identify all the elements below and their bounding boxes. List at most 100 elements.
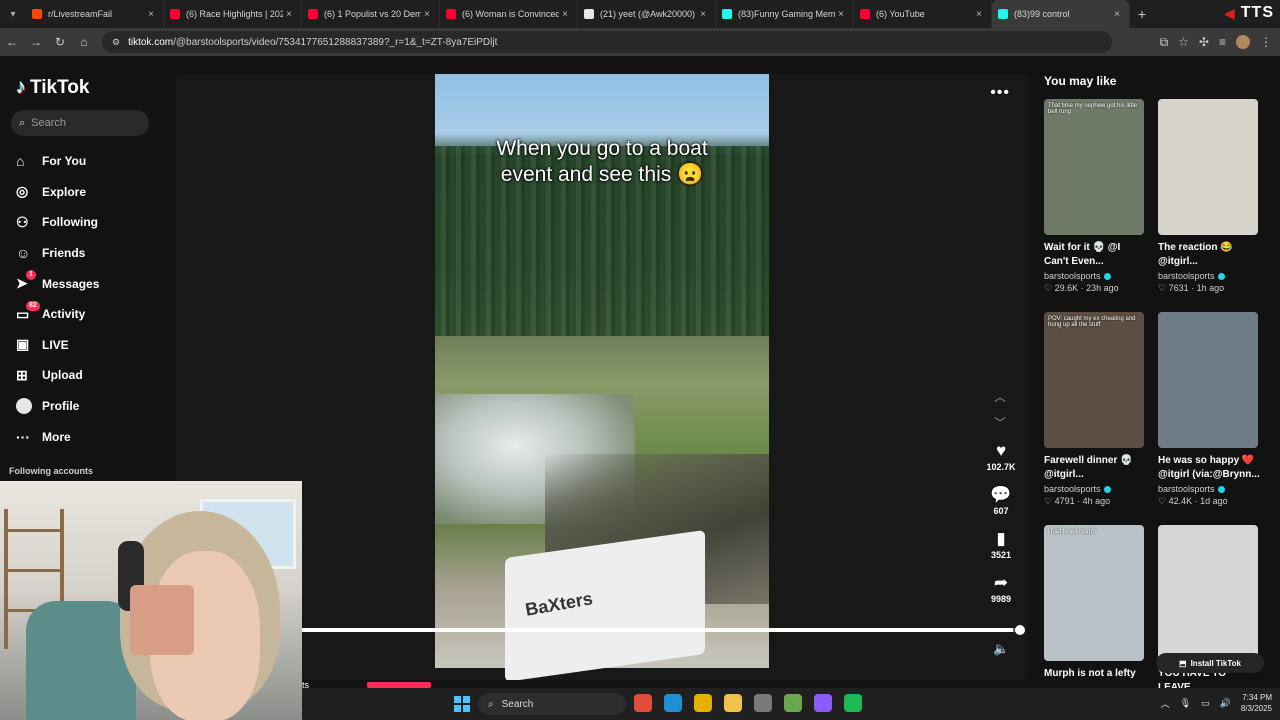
tab-close-icon[interactable]: × <box>283 9 295 20</box>
recommendation-title[interactable]: Wait for it 💀 @I Can't Even... <box>1044 241 1146 269</box>
bookmark-icon: ▮ <box>996 529 1006 548</box>
browser-tab[interactable]: r/LivestreamFail × <box>26 0 164 28</box>
taskbar-clock[interactable]: 7:34 PM 8/3/2025 <box>1241 692 1272 714</box>
bookmark-star-icon[interactable]: ☆ <box>1178 35 1189 49</box>
recommendation-card[interactable]: The reaction 😂 @itgirl... barstoolsports ♡… <box>1158 99 1260 294</box>
recommendation-author[interactable]: barstoolsports <box>1044 484 1146 494</box>
search-input[interactable]: ⌕ Search <box>11 110 149 136</box>
clock-time: 7:34 PM <box>1242 693 1272 702</box>
recommendation-author[interactable]: barstoolsports <box>1158 271 1260 281</box>
back-arrow-icon[interactable]: ← <box>0 35 24 49</box>
tiktok-logo[interactable]: ♪ TikTok <box>16 76 89 99</box>
reload-icon[interactable]: ↻ <box>48 35 72 49</box>
speaker-icon[interactable]: 🔊 <box>1220 698 1231 709</box>
video-progress-knob[interactable] <box>1015 625 1025 635</box>
tab-close-icon[interactable]: × <box>973 9 985 20</box>
recommendation-thumbnail[interactable]: POV: caught my ex cheating and hung up a… <box>1044 312 1144 448</box>
sidebar-item-friends[interactable]: ☺ Friends <box>16 238 166 269</box>
recommendation-card[interactable]: He was so happy ❤️ @itgirl (via:@Brynn..… <box>1158 312 1260 507</box>
recommendation-thumbnail[interactable] <box>1158 99 1258 235</box>
more-options-icon[interactable]: ••• <box>990 84 1010 102</box>
tab-close-icon[interactable]: × <box>559 9 571 20</box>
tab-title: (83)99 control <box>1014 9 1070 19</box>
sidebar-item-explore[interactable]: ◎ Explore <box>16 177 166 208</box>
thumbnail-overlay-text: POV: caught my ex cheating and hung up a… <box>1048 316 1136 328</box>
tab-close-icon[interactable]: × <box>835 9 847 20</box>
tray-overflow-icon[interactable]: ︿ <box>1161 697 1170 710</box>
browser-tab[interactable]: (6) YouTube × <box>854 0 992 28</box>
install-tiktok-button[interactable]: ⬒ Install TikTok <box>1156 653 1264 673</box>
previous-video-chevron-icon[interactable]: ︿ <box>994 388 1006 405</box>
sidebar-item-label: Explore <box>42 184 87 199</box>
recommendation-card[interactable]: i had to tell murph Murph is not a lefty <box>1044 525 1146 695</box>
share-action[interactable]: ➦ 9989 <box>980 572 1022 616</box>
sidebar-item-upload[interactable]: ⊞ Upload <box>16 360 166 391</box>
next-video-chevron-icon[interactable]: ﹀ <box>994 414 1006 431</box>
browser-menu-icon[interactable]: ⋮ <box>1260 35 1272 49</box>
tab-close-icon[interactable]: × <box>1111 9 1123 20</box>
recommendation-author[interactable]: barstoolsports <box>1044 271 1146 281</box>
microphone-icon[interactable]: 🎙 <box>1180 698 1191 709</box>
tab-search-menu-icon[interactable]: ▾ <box>0 0 26 28</box>
you-may-like-heading: You may like <box>1044 74 1117 88</box>
volume-icon[interactable]: 🔈 <box>993 641 1009 657</box>
media-controls-icon[interactable]: ≡ <box>1219 35 1226 49</box>
taskbar-app-icon[interactable] <box>754 694 772 712</box>
tab-favicon-icon <box>722 9 732 19</box>
forward-arrow-icon[interactable]: → <box>24 35 48 49</box>
for-you-icon: ⌂ <box>16 153 25 170</box>
recommendation-title[interactable]: Farewell dinner 💀 @itgirl... <box>1044 454 1146 482</box>
recommendation-title[interactable]: The reaction 😂 @itgirl... <box>1158 241 1260 269</box>
new-tab-button[interactable]: + <box>1130 6 1154 22</box>
tab-close-icon[interactable]: × <box>145 9 157 20</box>
profile-avatar[interactable] <box>1236 35 1250 49</box>
taskbar-app-icon[interactable] <box>634 694 652 712</box>
sidebar-item-more[interactable]: ··· More <box>16 421 166 452</box>
taskbar-app-icon[interactable] <box>664 694 682 712</box>
browser-tab[interactable]: (6) 1 Populist vs 20 Demo × <box>302 0 440 28</box>
taskbar-app-icon[interactable] <box>844 694 862 712</box>
video-progress-bar[interactable] <box>302 628 1020 632</box>
recommendation-thumbnail[interactable] <box>1158 312 1258 448</box>
sidebar-item-live[interactable]: ▣ LIVE <box>16 330 166 361</box>
site-info-icon[interactable]: ⚙ <box>112 37 120 48</box>
recommendation-author[interactable]: barstoolsports <box>1158 484 1260 494</box>
windows-start-icon[interactable] <box>454 696 470 712</box>
browser-tab[interactable]: (21) yeet (@Awk20000) / × <box>578 0 716 28</box>
taskbar-app-icon[interactable] <box>694 694 712 712</box>
tab-close-icon[interactable]: × <box>697 9 709 20</box>
recommendation-meta: ♡ 7631 · 1h ago <box>1158 283 1225 293</box>
recommendation-card[interactable]: POV: caught my ex cheating and hung up a… <box>1044 312 1146 507</box>
install-app-icon[interactable]: ⧉ <box>1160 35 1169 50</box>
tab-close-icon[interactable]: × <box>421 9 433 20</box>
recommendation-title[interactable]: He was so happy ❤️ @itgirl (via:@Brynn..… <box>1158 454 1260 482</box>
taskbar-app-icon[interactable] <box>814 694 832 712</box>
network-icon[interactable]: ▭ <box>1201 698 1210 709</box>
browser-tab[interactable]: (83)99 control × <box>992 0 1130 28</box>
browser-tab[interactable]: (83)Funny Gaming Meme × <box>716 0 854 28</box>
browser-tab[interactable]: (6) Woman is Convinced T × <box>440 0 578 28</box>
sidebar-item-activity[interactable]: ▭ 82 Activity <box>16 299 166 330</box>
video-player[interactable]: BaXters When you go to a boat event and … <box>435 74 769 680</box>
extensions-icon[interactable]: ✣ <box>1199 35 1209 49</box>
home-icon[interactable]: ⌂ <box>72 35 96 49</box>
sidebar-item-messages[interactable]: ➤ 1 Messages <box>16 268 166 299</box>
recommendation-thumbnail[interactable]: i had to tell murph <box>1044 525 1144 661</box>
taskbar-app-icon[interactable] <box>784 694 802 712</box>
browser-tab-strip: ▾ r/LivestreamFail × (6) Race Highlights |… <box>0 0 1280 28</box>
sidebar-item-profile[interactable]: Profile <box>16 391 166 422</box>
comment-action[interactable]: 💬 607 <box>980 484 1022 528</box>
recommendation-thumbnail[interactable] <box>1158 525 1258 661</box>
clock-date: 8/3/2025 <box>1240 704 1272 713</box>
url-input[interactable]: ⚙ tiktok.com/@barstoolsports/video/75341… <box>102 31 1112 53</box>
recommendation-thumbnail[interactable]: That time my nephew got his little bell … <box>1044 99 1144 235</box>
taskbar-app-icon[interactable] <box>724 694 742 712</box>
sidebar-item-following[interactable]: ⚇ Following <box>16 207 166 238</box>
like-action[interactable]: ♥ 102.7K <box>980 440 1022 484</box>
sidebar-item-for-you[interactable]: ⌂ For You <box>16 146 166 177</box>
recommendation-card[interactable]: That time my nephew got his little bell … <box>1044 99 1146 294</box>
taskbar-search[interactable]: ⌕ Search <box>478 693 626 715</box>
browser-tab[interactable]: (6) Race Highlights | 2025 × <box>164 0 302 28</box>
save-action[interactable]: ▮ 3521 <box>980 528 1022 572</box>
share-count: 9989 <box>990 594 1012 604</box>
